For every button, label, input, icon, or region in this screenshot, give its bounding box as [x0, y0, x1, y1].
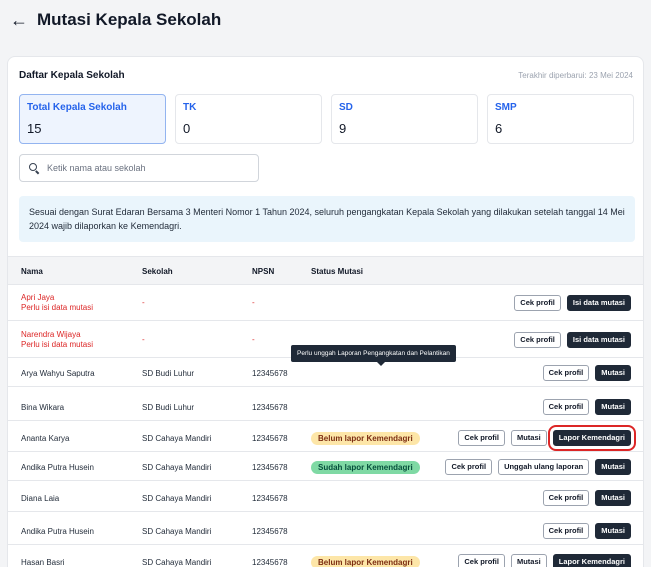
search-box[interactable]: [19, 154, 259, 182]
info-banner: Sesuai dengan Surat Edaran Bersama 3 Men…: [19, 196, 635, 242]
isi-data-mutasi-button[interactable]: Isi data mutasi: [566, 295, 631, 311]
row-actions: Cek profil Mutasi Lapor Kemendagri: [458, 554, 631, 567]
row-actions: Cek profil Isi data mutasi: [514, 332, 631, 348]
stat-sd[interactable]: SD 9: [331, 94, 478, 144]
row-school: SD Cahaya Mandiri: [142, 463, 212, 472]
row-name: Apri Jaya: [21, 293, 55, 302]
row-npsn: 12345678: [252, 494, 288, 503]
status-badge: Belum lapor Kemendagri: [311, 556, 420, 567]
stat-smp[interactable]: SMP 6: [487, 94, 634, 144]
stat-label: SD: [339, 102, 353, 113]
cek-profil-button[interactable]: Cek profil: [514, 295, 561, 311]
row-actions: Cek profil Mutasi Lapor Kemendagri: [458, 425, 637, 451]
page-title: Mutasi Kepala Sekolah: [37, 10, 222, 29]
page-header: ← Mutasi Kepala Sekolah: [10, 8, 221, 32]
row-school: SD Cahaya Mandiri: [142, 494, 212, 503]
stat-value: 0: [183, 121, 191, 136]
cek-profil-button[interactable]: Cek profil: [514, 332, 561, 348]
header-nama: Nama: [21, 267, 43, 276]
lapor-kemendagri-button[interactable]: Lapor Kemendagri: [547, 425, 637, 451]
row-npsn: 12345678: [252, 463, 288, 472]
row-npsn: 12345678: [252, 403, 288, 412]
row-actions: Cek profil Mutasi: [542, 490, 631, 506]
mutasi-button[interactable]: Mutasi: [595, 365, 631, 381]
stat-tk[interactable]: TK 0: [175, 94, 322, 144]
row-npsn: 12345678: [252, 369, 288, 378]
status-tooltip: Perlu unggah Laporan Pengangkatan dan Pe…: [291, 345, 456, 366]
header-status: Status Mutasi: [311, 267, 364, 276]
mutasi-button[interactable]: Mutasi: [595, 523, 631, 539]
table-row: Bina Wikara SD Budi Luhur 12345678 Cek p…: [8, 393, 643, 421]
row-actions: Cek profil Unggah ulang laporan Mutasi: [445, 459, 631, 475]
mutasi-button[interactable]: Mutasi: [510, 554, 547, 567]
cek-profil-button[interactable]: Cek profil: [542, 490, 590, 506]
status-badge: Belum lapor Kemendagri: [311, 432, 420, 445]
row-actions: Cek profil Isi data mutasi: [514, 295, 631, 311]
stat-label: Total Kepala Sekolah: [27, 102, 127, 113]
row-npsn: -: [252, 298, 255, 307]
cek-profil-button[interactable]: Cek profil: [542, 523, 590, 539]
row-npsn: -: [252, 335, 255, 344]
row-school: -: [142, 335, 145, 344]
row-name: Narendra Wijaya: [21, 330, 81, 339]
table-header: Nama Sekolah NPSN Status Mutasi: [8, 256, 643, 285]
row-npsn: 12345678: [252, 434, 288, 443]
row-school: SD Cahaya Mandiri: [142, 558, 212, 567]
table-row: Andika Putra Husein SD Cahaya Mandiri 12…: [8, 517, 643, 545]
header-sekolah: Sekolah: [142, 267, 173, 276]
table-row: Arya Wahyu Saputra SD Budi Luhur 1234567…: [8, 359, 643, 387]
cek-profil-button[interactable]: Cek profil: [458, 554, 505, 567]
mutasi-button[interactable]: Mutasi: [595, 399, 631, 415]
row-actions: Cek profil Mutasi: [542, 365, 631, 381]
table-row: Diana Laia SD Cahaya Mandiri 12345678 Ce…: [8, 484, 643, 512]
mutasi-button[interactable]: Mutasi: [595, 490, 631, 506]
row-actions: Cek profil Mutasi: [542, 399, 631, 415]
cek-profil-button[interactable]: Cek profil: [542, 365, 590, 381]
arrow-left-icon[interactable]: ←: [10, 11, 28, 29]
cek-profil-button[interactable]: Cek profil: [458, 430, 505, 446]
stat-value: 15: [27, 121, 42, 136]
row-school: SD Cahaya Mandiri: [142, 434, 212, 443]
row-name: Bina Wikara: [21, 403, 65, 412]
lapor-kemendagri-button[interactable]: Lapor Kemendagri: [552, 554, 631, 567]
stat-value: 6: [495, 121, 503, 136]
isi-data-mutasi-button[interactable]: Isi data mutasi: [566, 332, 631, 348]
row-name: Andika Putra Husein: [21, 527, 94, 536]
stat-label: SMP: [495, 102, 517, 113]
row-name: Diana Laia: [21, 494, 60, 503]
card-title: Daftar Kepala Sekolah: [19, 70, 125, 81]
stat-value: 9: [339, 121, 347, 136]
row-school: SD Budi Luhur: [142, 369, 195, 378]
mutasi-button[interactable]: Mutasi: [510, 430, 547, 446]
principal-list-card: Daftar Kepala Sekolah Terakhir diperbaru…: [7, 56, 644, 567]
row-name: Hasan Basri: [21, 558, 65, 567]
row-name: Ananta Karya: [21, 434, 70, 443]
unggah-ulang-laporan-button[interactable]: Unggah ulang laporan: [498, 459, 590, 475]
row-school: SD Budi Luhur: [142, 403, 195, 412]
row-school: SD Cahaya Mandiri: [142, 527, 212, 536]
search-input[interactable]: [47, 163, 247, 173]
row-npsn: 12345678: [252, 558, 288, 567]
row-name: Arya Wahyu Saputra: [21, 369, 95, 378]
table-row: Hasan Basri SD Cahaya Mandiri 12345678 B…: [8, 548, 643, 567]
cek-profil-button[interactable]: Cek profil: [445, 459, 493, 475]
stat-total[interactable]: Total Kepala Sekolah 15: [19, 94, 166, 144]
header-npsn: NPSN: [252, 267, 275, 276]
row-npsn: 12345678: [252, 527, 288, 536]
status-badge: Sudah lapor Kemendagri: [311, 461, 420, 474]
row-actions: Cek profil Mutasi: [542, 523, 631, 539]
table-row: Ananta Karya SD Cahaya Mandiri 12345678 …: [8, 424, 643, 452]
stat-label: TK: [183, 102, 197, 113]
cek-profil-button[interactable]: Cek profil: [542, 399, 590, 415]
mutasi-button[interactable]: Mutasi: [595, 459, 631, 475]
table-row: Apri Jaya Perlu isi data mutasi - - Cek …: [8, 286, 643, 321]
row-subtext: Perlu isi data mutasi: [21, 303, 94, 312]
search-icon: [29, 162, 40, 174]
table-row: Andika Putra Husein SD Cahaya Mandiri 12…: [8, 453, 643, 481]
last-updated: Terakhir diperbarui: 23 Mei 2024: [518, 71, 633, 80]
row-subtext: Perlu isi data mutasi: [21, 340, 94, 349]
row-name: Andika Putra Husein: [21, 463, 94, 472]
row-school: -: [142, 298, 145, 307]
